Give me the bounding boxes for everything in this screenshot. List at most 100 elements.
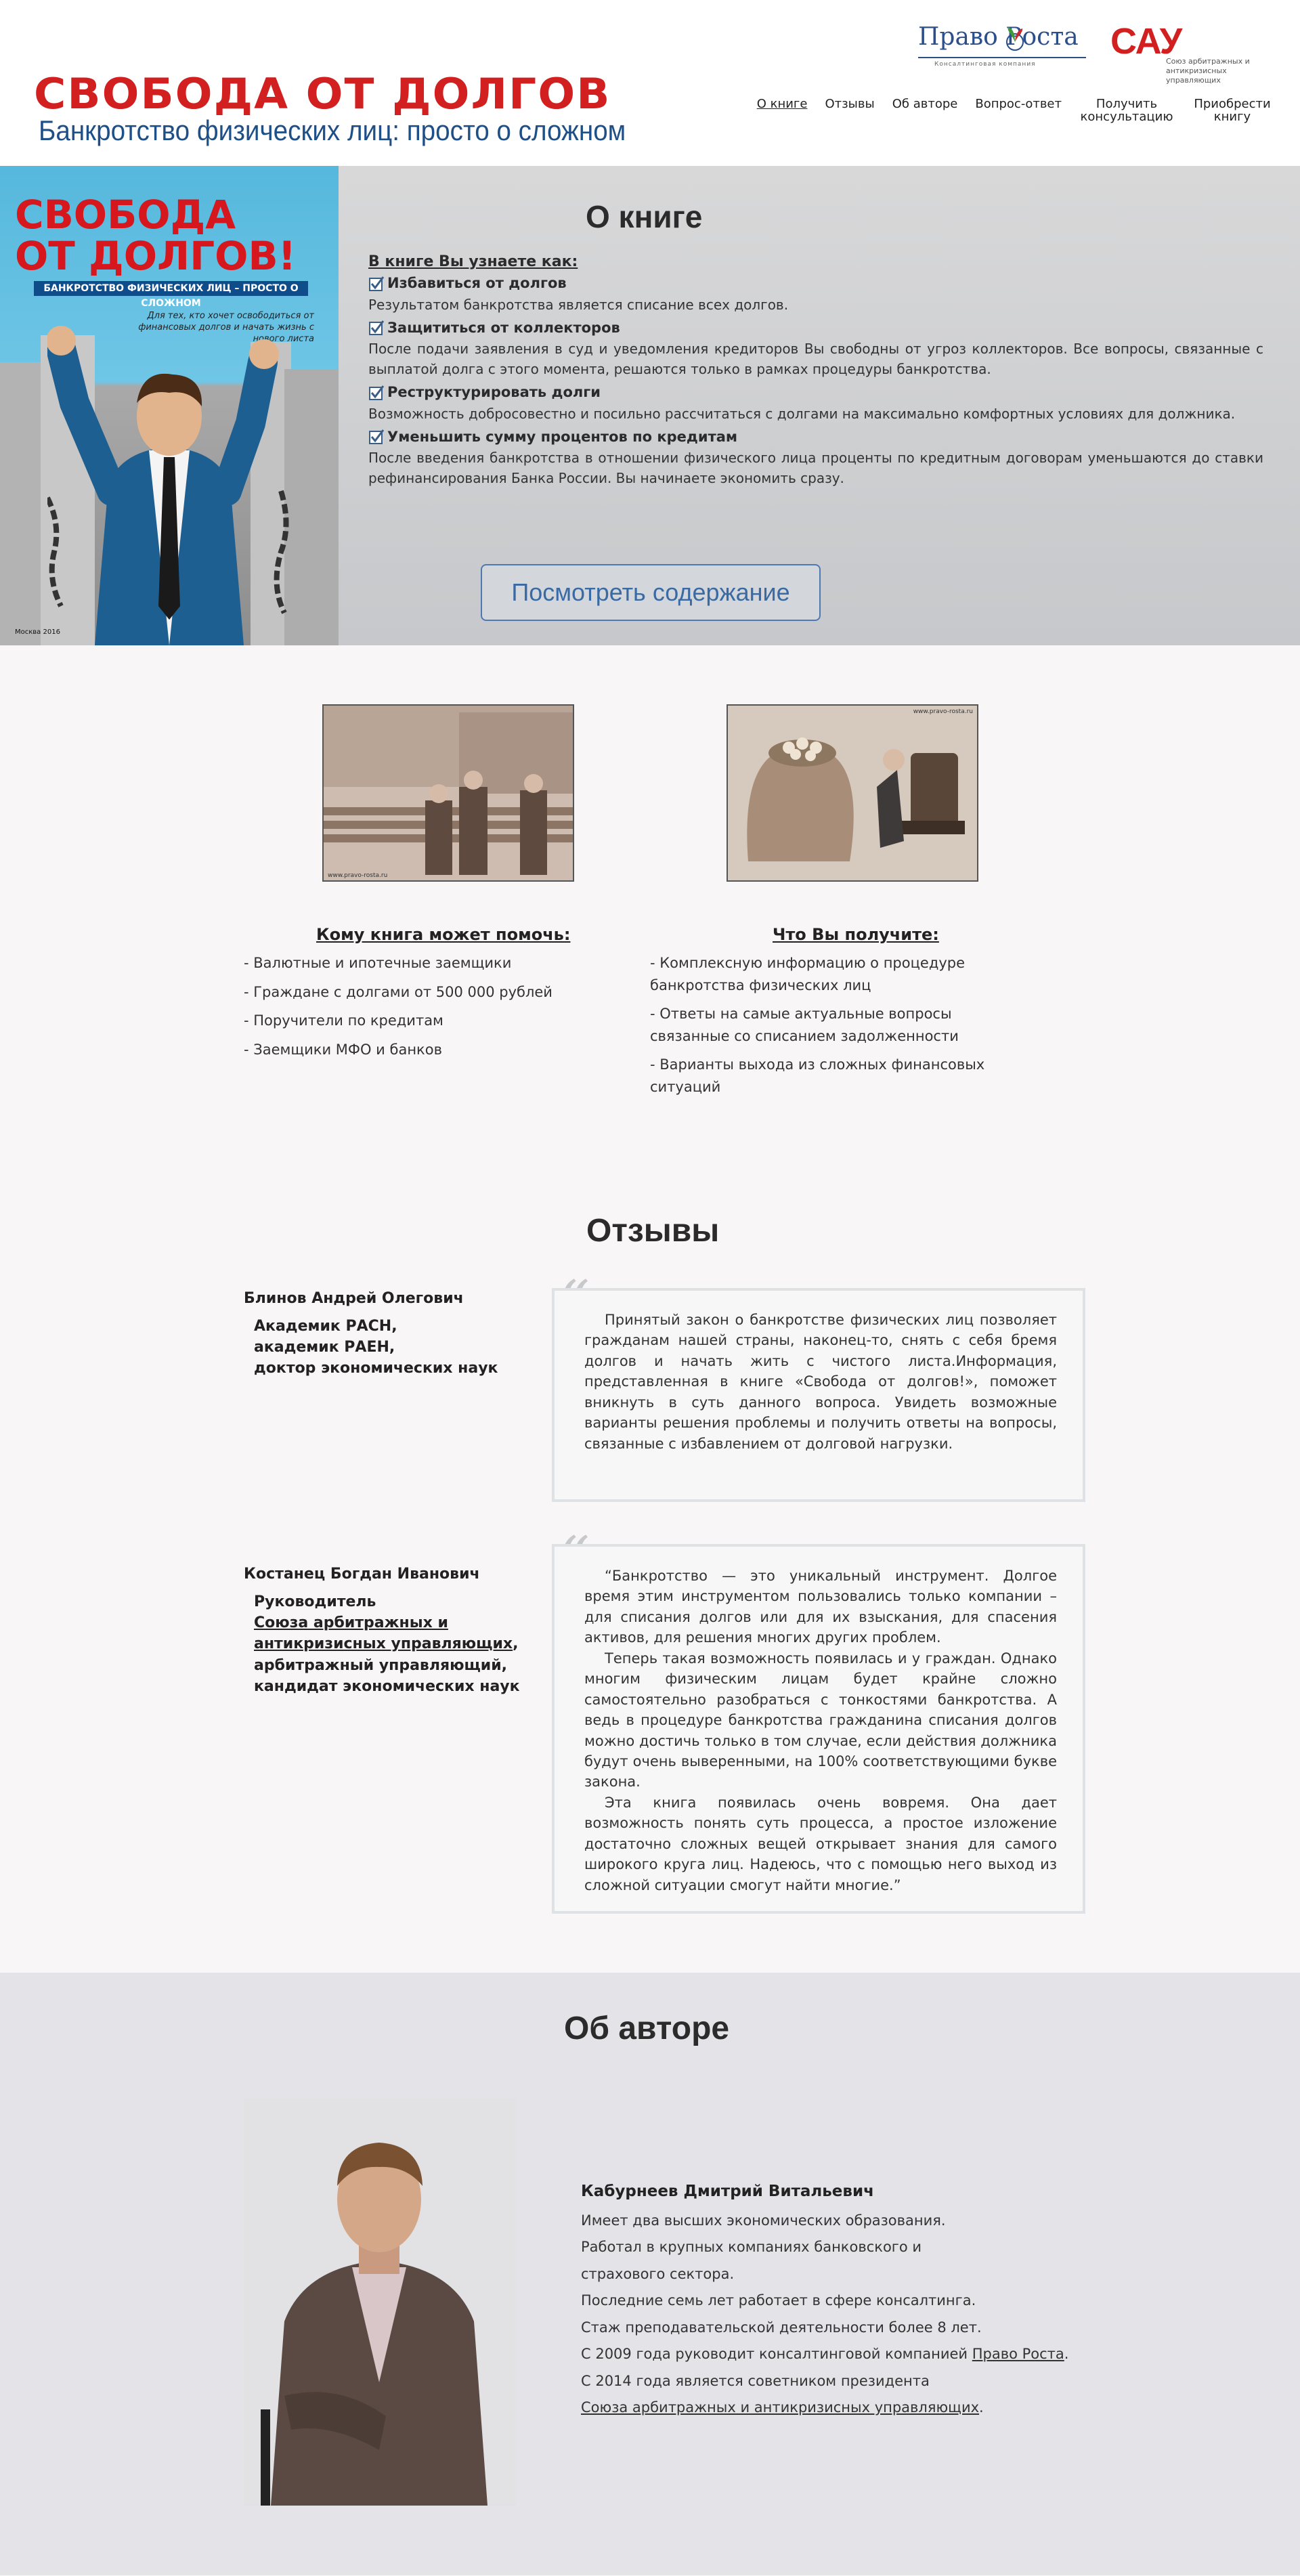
position-line: доктор экономических наук	[254, 1360, 498, 1377]
illustration-caption: www.pravo-rosta.ru	[913, 708, 973, 715]
reviewer-position: Руководитель Союза арбитражных и антикри…	[254, 1591, 532, 1697]
who-list: - Валютные и ипотечные заемщики - Гражда…	[244, 952, 596, 1067]
site-title: СВОБОДА ОТ ДОЛГОВ	[34, 69, 611, 119]
cover-title-line1: СВОБОДА	[15, 192, 236, 238]
pravo-rosta-tag: Консалтинговая компания	[934, 61, 1036, 68]
bio-line: Союза арбитражных и антикризисных управл…	[581, 2395, 1136, 2421]
author-photo	[244, 2098, 516, 2506]
benefit-title: Уменьшить сумму процентов по кредитам	[387, 428, 738, 445]
view-contents-button[interactable]: Посмотреть содержание	[481, 564, 821, 621]
business-people-drawing	[324, 706, 573, 880]
business-people-illustration: www.pravo-rosta.ru	[322, 704, 574, 882]
cover-band: БАНКРОТСТВО ФИЗИЧЕСКИХ ЛИЦ – ПРОСТО О СЛ…	[34, 281, 308, 309]
reviews-title: Отзывы	[586, 1213, 720, 1249]
position-line: Руководитель	[254, 1593, 376, 1610]
author-portrait	[244, 2098, 516, 2506]
who-title: Кому книга может помочь:	[316, 925, 571, 944]
bio-line: С 2014 года является советником президен…	[581, 2372, 930, 2389]
benefit-item: Уменьшить сумму процентов по кредитам По…	[368, 427, 1263, 489]
bio-line: С 2009 года руководит консалтинговой ком…	[581, 2341, 1136, 2367]
benefit-text: После подачи заявления в суд и уведомлен…	[368, 341, 1263, 377]
sau-link[interactable]: Союза арбитражных и антикризисных управл…	[581, 2399, 979, 2416]
nav-author[interactable]: Об авторе	[892, 98, 958, 111]
author-bio: Имеет два высших экономических образован…	[581, 2208, 1136, 2422]
position-line: Академик РАСН,	[254, 1318, 397, 1335]
bio-text: .	[979, 2399, 984, 2416]
review-paragraph: “Банкротство — это уникальный инструмент…	[584, 1568, 1057, 1646]
cover-year: Москва 2016	[15, 628, 60, 636]
cover-title-line2: ОТ ДОЛГОВ!	[15, 232, 297, 279]
checkbox-checked-icon	[369, 276, 385, 291]
author-title: Об авторе	[564, 2011, 730, 2046]
nav-reviews[interactable]: Отзывы	[825, 98, 874, 111]
pravo-rosta-logo[interactable]: Право Роста Консалтинговая компания	[915, 20, 1088, 73]
benefit-item: Защититься от коллекторов После подачи з…	[368, 318, 1263, 380]
bio-line: страхового сектора.	[581, 2265, 735, 2282]
list-item: - Комплексную информацию о процедуре бан…	[650, 955, 966, 993]
benefit-title: Защититься от коллекторов	[387, 319, 620, 336]
reviewer-position: Академик РАСН, академик РАЕН, доктор эко…	[254, 1316, 498, 1379]
bio-line: Имеет два высших экономических образован…	[581, 2212, 946, 2229]
list-item: - Заемщики МФО и банков	[244, 1041, 442, 1058]
review-text: Принятый закон о банкротстве физических …	[584, 1312, 1057, 1452]
benefit-text: Возможность добросовестно и посильно рас…	[368, 405, 1236, 422]
learn-heading: В книге Вы узнаете как:	[368, 253, 578, 270]
sau-name: САУ	[1110, 21, 1182, 62]
cover-title: СВОБОДА ОТ ДОЛГОВ!	[15, 194, 296, 277]
position-line: академик РАЕН,	[254, 1339, 395, 1356]
benefit-item: Избавиться от долгов Результатом банкрот…	[368, 273, 1263, 315]
main-nav: О книге Отзывы Об авторе Вопрос-ответ По…	[757, 98, 1273, 124]
list-item: - Поручители по кредитам	[244, 1012, 443, 1029]
nav-consultation[interactable]: Получить консультацию	[1079, 98, 1174, 124]
bio-line: Работал в крупных компаниях банковского …	[581, 2239, 922, 2256]
nav-about-book[interactable]: О книге	[757, 98, 808, 111]
site-header: Право Роста Консалтинговая компания САУ …	[0, 0, 1300, 166]
reviewer-name: Блинов Андрей Олегович	[244, 1290, 464, 1307]
cheering-man-illustration	[47, 326, 289, 645]
benefit-text: Результатом банкротства является списани…	[368, 296, 789, 313]
sprout-icon	[1006, 27, 1024, 51]
position-line: арбитражный управляющий,	[254, 1656, 507, 1674]
list-item: - Граждане с долгами от 500 000 рублей	[244, 983, 552, 1000]
man-with-money-bag-illustration: www.pravo-rosta.ru	[727, 704, 978, 882]
benefit-title: Избавиться от долгов	[387, 275, 567, 291]
bio-text: С 2009 года руководит консалтинговой ком…	[581, 2346, 972, 2363]
about-book-section: СВОБОДА ОТ ДОЛГОВ! БАНКРОТСТВО ФИЗИЧЕСКИ…	[0, 166, 1300, 645]
author-name: Кабурнеев Дмитрий Витальевич	[581, 2183, 874, 2200]
list-item: - Ответы на самые актуальные вопросы свя…	[650, 1006, 959, 1044]
benefit-item: Реструктурировать долги Возможность добр…	[368, 382, 1263, 424]
checkbox-checked-icon	[369, 385, 385, 400]
benefit-title: Реструктурировать долги	[387, 384, 601, 400]
review-paragraph: Эта книга появилась очень вовремя. Она д…	[584, 1794, 1057, 1893]
review-paragraph: Теперь такая возможность появилась и у г…	[584, 1650, 1057, 1790]
money-bag-drawing	[728, 706, 977, 880]
list-item: - Валютные и ипотечные заемщики	[244, 955, 512, 971]
bio-line: Стаж преподавательской деятельности боле…	[581, 2319, 982, 2336]
illustration-caption: www.pravo-rosta.ru	[328, 872, 388, 879]
checkbox-checked-icon	[369, 429, 385, 445]
sau-logo[interactable]: САУ Союз арбитражных и антикризисных упр…	[1110, 20, 1273, 85]
pravo-rosta-link[interactable]: Право Роста	[972, 2346, 1064, 2362]
pravo-rosta-name: Право Роста	[918, 23, 1079, 51]
nav-faq[interactable]: Вопрос-ответ	[975, 98, 1062, 111]
bio-line: Последние семь лет работает в сфере конс…	[581, 2292, 976, 2309]
review-card: “Банкротство — это уникальный инструмент…	[552, 1544, 1085, 1914]
list-item: - Варианты выхода из сложных финансовых …	[650, 1056, 985, 1095]
logo-underline	[918, 57, 1086, 58]
benefit-text: После введения банкротства в отношении ф…	[368, 450, 1263, 486]
site-subtitle: Банкротство физических лиц: просто о сло…	[39, 114, 626, 146]
checkbox-checked-icon	[369, 320, 385, 336]
position-line: кандидат экономических наук	[254, 1677, 520, 1695]
author-section: Об авторе Кабурнеев Дмитрий Витальевич И…	[0, 1973, 1300, 2575]
what-title: Что Вы получите:	[773, 925, 939, 944]
book-cover: СВОБОДА ОТ ДОЛГОВ! БАНКРОТСТВО ФИЗИЧЕСКИ…	[0, 166, 339, 645]
sau-tag: Союз арбитражных и антикризисных управля…	[1166, 57, 1250, 85]
sau-link[interactable]: Союза арбитражных и антикризисных управл…	[254, 1614, 513, 1652]
reviewer-name: Костанец Богдан Иванович	[244, 1566, 480, 1583]
learn-block: В книге Вы узнаете как: Избавиться от до…	[368, 251, 1263, 491]
about-book-title: О книге	[586, 199, 703, 234]
nav-buy-book[interactable]: Приобрести книгу	[1192, 98, 1273, 124]
what-list: - Комплексную информацию о процедуре бан…	[650, 952, 989, 1104]
review-card: Принятый закон о банкротстве физических …	[552, 1288, 1085, 1502]
bio-text: .	[1064, 2346, 1069, 2363]
